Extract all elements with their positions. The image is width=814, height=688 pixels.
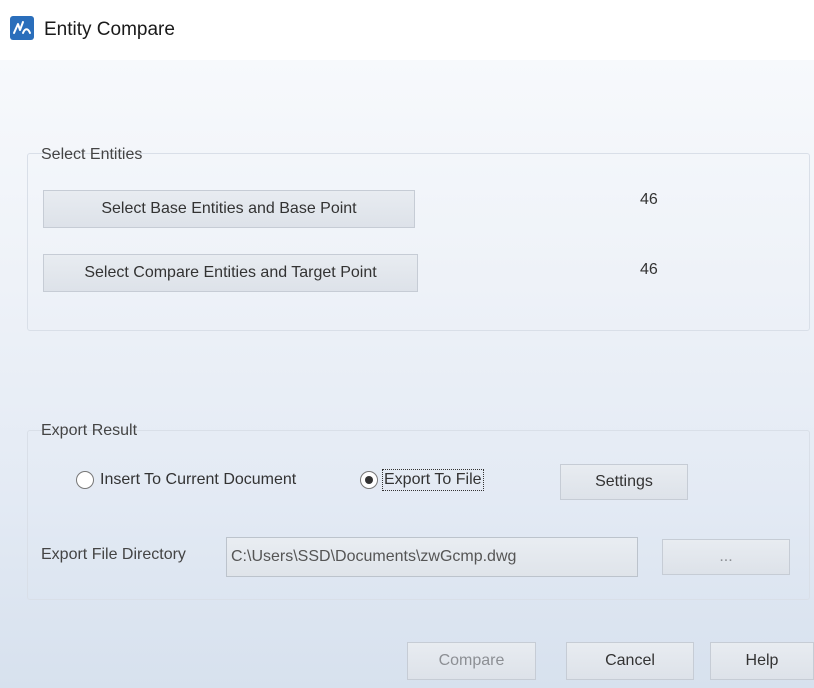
export-result-label: Export Result	[41, 422, 138, 439]
insert-radio-circle[interactable]	[76, 471, 94, 489]
settings-button[interactable]: Settings	[560, 464, 688, 500]
select-entities-label: Select Entities	[41, 146, 143, 163]
title-bar: Entity Compare	[0, 0, 814, 60]
insert-radio-label: Insert To Current Document	[100, 471, 297, 488]
app-logo-icon	[10, 16, 34, 40]
select-base-entities-button[interactable]: Select Base Entities and Base Point	[43, 190, 415, 228]
select-compare-entities-button[interactable]: Select Compare Entities and Target Point	[43, 254, 418, 292]
insert-to-document-radio[interactable]: Insert To Current Document	[76, 471, 296, 489]
export-to-file-radio[interactable]: Export To File	[360, 469, 484, 491]
dialog-body: Select Entities Select Base Entities and…	[0, 60, 814, 688]
base-entities-count: 46	[640, 191, 658, 208]
compare-entities-count: 46	[640, 261, 658, 278]
help-button[interactable]: Help	[710, 642, 814, 680]
export-directory-field[interactable]	[226, 537, 638, 577]
export-directory-label: Export File Directory	[41, 546, 186, 563]
export-file-radio-label: Export To File	[382, 469, 484, 491]
compare-button[interactable]: Compare	[407, 642, 536, 680]
browse-button[interactable]: ...	[662, 539, 790, 575]
window-title: Entity Compare	[44, 19, 175, 40]
cancel-button[interactable]: Cancel	[566, 642, 694, 680]
select-entities-group	[27, 153, 810, 331]
export-file-radio-circle[interactable]	[360, 471, 378, 489]
